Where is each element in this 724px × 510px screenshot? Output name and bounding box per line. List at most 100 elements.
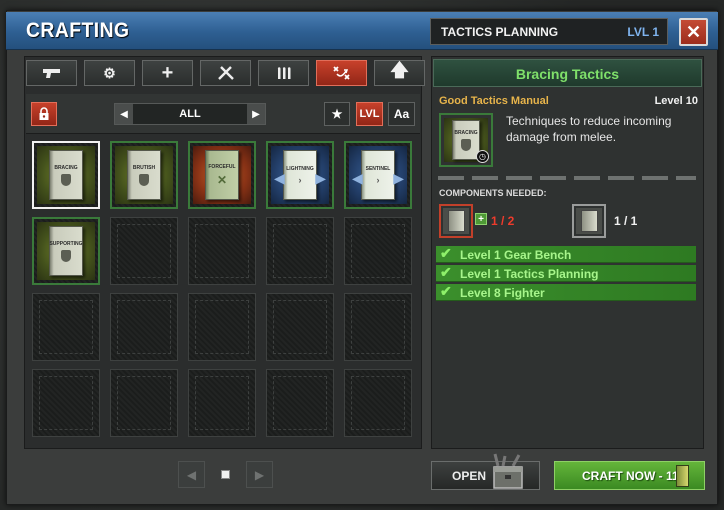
crossed-tools-icon (217, 66, 234, 80)
next-page-button[interactable]: ▶ (246, 461, 273, 488)
up-arrow-icon: 🡅 (390, 60, 409, 80)
empty-slot (188, 217, 256, 285)
chevron-left-icon: ◀ (352, 170, 363, 186)
requirement-row: ✔ Level 8 Fighter (436, 283, 696, 301)
station-name: TACTICS PLANNING (441, 25, 559, 39)
manual-book-icon: BRACING (49, 150, 83, 200)
checkmark-icon: ✔ (440, 283, 452, 299)
item-label: SUPPORTING (49, 240, 83, 247)
empty-slot (110, 369, 178, 437)
checkmark-icon: ✔ (440, 245, 452, 261)
gear-icon: ⚙ (103, 64, 116, 81)
recipe-item-forceful[interactable]: FORCEFUL ✕ (188, 141, 256, 209)
close-button[interactable]: ✕ (679, 18, 708, 46)
item-label: LIGHTNING (286, 165, 314, 172)
toolbox-icon (493, 453, 523, 489)
triangle-right-icon: ▶ (254, 467, 265, 482)
detail-required-level: Level 10 (654, 95, 698, 107)
checkmark-icon: ✔ (440, 264, 452, 280)
filter-next-button[interactable]: ▶ (247, 104, 265, 124)
sort-favorites-button[interactable]: ★ (324, 102, 350, 126)
manual-book-icon: SUPPORTING (49, 226, 83, 276)
divider (438, 176, 696, 180)
tactics-icon (332, 66, 350, 80)
components-heading: COMPONENTS NEEDED: (439, 188, 547, 198)
detail-thumbnail: BRACING ◷ (439, 113, 493, 167)
prev-page-button[interactable]: ◀ (178, 461, 205, 488)
recipe-item-lightning[interactable]: ◀ LIGHTNING › ▶ (266, 141, 334, 209)
requirement-text: Level 8 Fighter (460, 286, 545, 300)
requirement-row: ✔ Level 1 Gear Bench (436, 245, 696, 263)
recipe-item-bracing[interactable]: BRACING (32, 141, 100, 209)
component-count: 1 / 2 (491, 214, 515, 228)
component-count: 1 / 1 (614, 214, 638, 228)
plus-icon: + (161, 61, 174, 84)
sort-level-button[interactable]: LVL (356, 102, 383, 126)
empty-slot (344, 369, 412, 437)
component-slot-2[interactable] (572, 204, 606, 238)
recipe-item-brutish[interactable]: BRUTISH (110, 141, 178, 209)
currency-icon (676, 465, 689, 487)
paper-stack-icon (447, 210, 465, 232)
station-selector[interactable]: TACTICS PLANNING LVL 1 (430, 18, 668, 45)
chevron-right-icon: ▶ (393, 170, 404, 186)
manual-book-icon: BRUTISH (127, 150, 161, 200)
station-level: LVL 1 (627, 25, 659, 39)
lock-icon (39, 107, 49, 120)
page-indicator (221, 470, 230, 479)
empty-slot (344, 217, 412, 285)
tab-tools[interactable] (200, 60, 251, 86)
item-label: SENTINEL (365, 165, 391, 172)
close-icon: ✕ (685, 21, 702, 42)
window-title: CRAFTING (26, 19, 130, 42)
recipe-grid: BRACING BRUTISH FORCEFUL ✕ ◀ LIGHTNING › ▶… (32, 141, 412, 437)
component-slot-1[interactable] (439, 204, 473, 238)
item-label: BRACING (54, 164, 78, 171)
recipe-item-supporting[interactable]: SUPPORTING (32, 217, 100, 285)
item-label: FORCEFUL (208, 163, 236, 170)
triangle-left-icon: ◀ (186, 467, 197, 482)
tab-upgrades[interactable]: 🡅 (374, 60, 425, 86)
detail-item-type: Good Tactics Manual (439, 95, 549, 107)
triangle-right-icon: ▶ (252, 108, 260, 120)
detail-description: Techniques to reduce incoming damage fro… (506, 114, 672, 144)
empty-slot (266, 217, 334, 285)
recipe-item-sentinel[interactable]: ◀ SENTINEL › ▶ (344, 141, 412, 209)
filter-value: ALL (179, 108, 201, 120)
item-label: BRUTISH (132, 164, 156, 171)
empty-slot (188, 293, 256, 361)
empty-slot (32, 369, 100, 437)
requirement-text: Level 1 Gear Bench (460, 248, 572, 262)
requirement-text: Level 1 Tactics Planning (460, 267, 599, 281)
empty-slot (188, 369, 256, 437)
lock-filter-button[interactable] (31, 102, 57, 126)
pistol-icon (42, 69, 60, 78)
add-component-button[interactable]: + (475, 213, 487, 225)
tab-gear[interactable]: ⚙ (84, 60, 135, 86)
chevron-right-icon: ▶ (315, 170, 326, 186)
requirement-row: ✔ Level 1 Tactics Planning (436, 264, 696, 282)
tab-weapons[interactable] (26, 60, 77, 86)
category-filter-select[interactable]: ◀ ALL ▶ (114, 103, 266, 125)
sort-name-button[interactable]: Aa (388, 102, 415, 126)
tab-tactics[interactable] (316, 60, 367, 86)
grid-pager: ◀ ▶ (178, 461, 273, 488)
ammo-icon (277, 67, 290, 79)
empty-slot (110, 217, 178, 285)
star-icon: ★ (331, 107, 343, 121)
category-tabs: ⚙ + 🡅 (26, 60, 425, 86)
tab-medical[interactable]: + (142, 60, 193, 86)
manual-book-icon (580, 210, 598, 232)
empty-slot (344, 293, 412, 361)
empty-slot (32, 293, 100, 361)
manual-book-icon: SENTINEL › (361, 150, 395, 200)
clock-icon: ◷ (476, 150, 489, 163)
empty-slot (266, 369, 334, 437)
item-label: BRACING (454, 129, 478, 136)
empty-slot (110, 293, 178, 361)
tab-ammo[interactable] (258, 60, 309, 86)
manual-book-icon: LIGHTNING › (283, 150, 317, 200)
empty-slot (266, 293, 334, 361)
detail-title: Bracing Tactics (433, 59, 702, 87)
manual-book-icon: FORCEFUL ✕ (205, 150, 239, 200)
